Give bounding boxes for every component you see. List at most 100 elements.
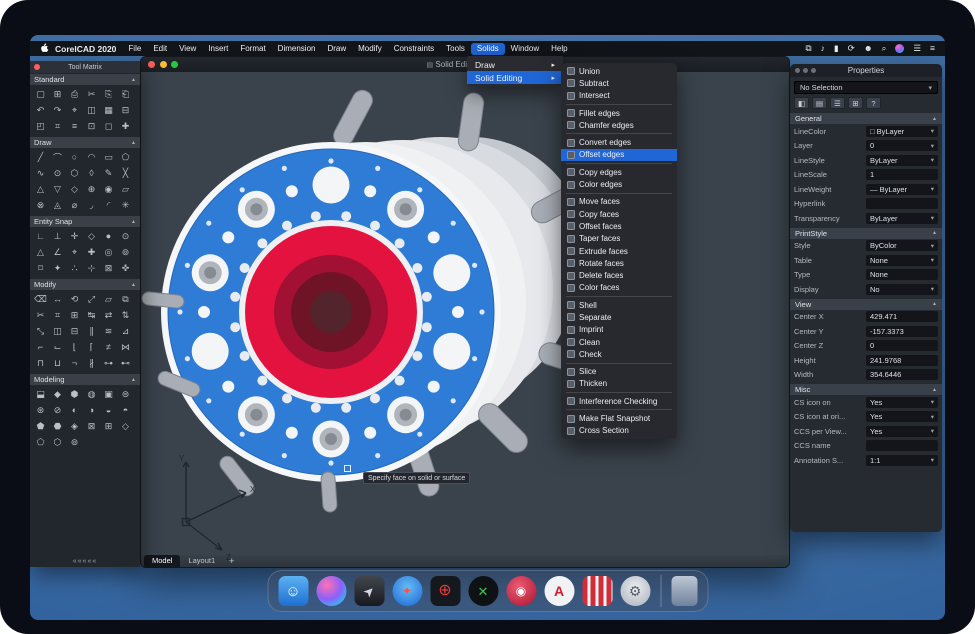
tool-icon[interactable]: ⌈ (83, 339, 100, 355)
menu-item-check[interactable]: Check (561, 348, 677, 360)
props-section-misc[interactable]: Misc (790, 384, 942, 395)
tool-icon[interactable]: ⌒ (49, 149, 66, 165)
tool-icon[interactable]: ▽ (49, 181, 66, 197)
trash-icon[interactable] (671, 576, 697, 606)
tool-icon[interactable]: ✚ (117, 118, 134, 134)
tab-layout1[interactable]: Layout1 (180, 555, 223, 567)
user-icon[interactable]: ☻ (864, 44, 873, 53)
camera-app-icon[interactable]: ◉ (506, 576, 536, 606)
tool-icon[interactable]: ⧉ (117, 291, 134, 307)
menu-item-make-flat-snapshot[interactable]: Make Flat Snapshot (561, 412, 677, 424)
tool-icon[interactable]: ⊗ (32, 197, 49, 213)
tool-icon[interactable]: ⌐ (32, 339, 49, 355)
tool-icon[interactable]: ◈ (66, 418, 83, 434)
tool-icon[interactable]: ⤢ (83, 291, 100, 307)
x-app-icon[interactable]: ✕ (468, 576, 498, 606)
prop-value[interactable]: Yes (866, 426, 938, 437)
tool-icon[interactable]: ◇ (83, 228, 100, 244)
tool-icon[interactable]: ⎙ (66, 86, 83, 102)
siri-icon[interactable] (895, 44, 904, 53)
tool-icon[interactable]: ↹ (83, 307, 100, 323)
tool-icon[interactable]: ⊶ (100, 355, 117, 371)
tool-section-entity-snap[interactable]: Entity Snap (30, 216, 140, 227)
tool-icon[interactable]: ◓ (117, 402, 134, 418)
tool-section-modeling[interactable]: Modeling (30, 374, 140, 385)
menu-item-rotate-faces[interactable]: Rotate faces (561, 257, 677, 269)
tool-icon[interactable]: ≡ (66, 118, 83, 134)
launchpad-icon[interactable]: ➤ (354, 576, 384, 606)
props-section-printstyle[interactable]: PrintStyle (790, 228, 942, 239)
tool-icon[interactable]: ⊹ (83, 260, 100, 276)
tool-icon[interactable]: ⬓ (32, 386, 49, 402)
tool-icon[interactable]: ⊠ (83, 418, 100, 434)
prop-value[interactable]: □ ByLayer (866, 126, 938, 137)
drawing-canvas[interactable]: Y X Z Specify face on solid or surface M… (141, 72, 789, 567)
tool-icon[interactable]: ⊠ (100, 260, 117, 276)
tool-icon[interactable]: ⊙ (49, 165, 66, 181)
tool-icon[interactable]: ↶ (32, 102, 49, 118)
tool-icon[interactable]: ⊟ (66, 323, 83, 339)
tool-icon[interactable]: ∦ (83, 355, 100, 371)
tool-icon[interactable]: ⬢ (66, 386, 83, 402)
tool-icon[interactable]: ◠ (83, 149, 100, 165)
tool-icon[interactable]: ≠ (100, 339, 117, 355)
tool-icon[interactable]: ✂ (32, 307, 49, 323)
close-window-button[interactable] (148, 61, 155, 68)
volume-icon[interactable]: ♪ (821, 44, 825, 53)
menu-item-draw[interactable]: Draw▸ (467, 58, 563, 71)
menu-item-slice[interactable]: Slice (561, 366, 677, 378)
books-icon[interactable] (582, 576, 612, 606)
props-section-view[interactable]: View (790, 299, 942, 310)
tool-icon[interactable]: ◰ (32, 118, 49, 134)
menu-help[interactable]: Help (545, 43, 573, 55)
tool-section-draw[interactable]: Draw (30, 137, 140, 148)
menu-item-subtract[interactable]: Subtract (561, 77, 677, 89)
menu-item-offset-faces[interactable]: Offset faces (561, 220, 677, 232)
tool-icon[interactable]: ◞ (83, 197, 100, 213)
tool-icon[interactable]: ⊡ (83, 118, 100, 134)
menu-draw[interactable]: Draw (321, 43, 352, 55)
spotlight-list-icon[interactable]: ≡ (930, 44, 935, 53)
tool-section-modify[interactable]: Modify (30, 279, 140, 290)
display-icon[interactable]: ⧉ (806, 44, 812, 53)
tool-icon[interactable]: ◆ (49, 386, 66, 402)
tool-matrix-header[interactable]: Tool Matrix (30, 61, 140, 73)
tool-icon[interactable]: ⊚ (66, 434, 83, 450)
menu-item-shell[interactable]: Shell (561, 299, 677, 311)
menu-view[interactable]: View (173, 43, 202, 55)
prop-value[interactable]: None (866, 269, 938, 280)
menu-item-imprint[interactable]: Imprint (561, 324, 677, 336)
prop-value[interactable]: -157.3373 (866, 326, 938, 337)
tool-icon[interactable]: ✳ (117, 197, 134, 213)
tool-icon[interactable]: ⊓ (32, 355, 49, 371)
prop-value[interactable]: None (866, 255, 938, 266)
tool-section-standard[interactable]: Standard (30, 74, 140, 85)
menu-item-interference-checking[interactable]: Interference Checking (561, 395, 677, 407)
tool-icon[interactable]: ◬ (49, 197, 66, 213)
tool-icon[interactable]: ▢ (32, 86, 49, 102)
tool-icon[interactable]: ✜ (117, 260, 134, 276)
tool-icon[interactable]: ○ (66, 149, 83, 165)
tool-icon[interactable]: ⬣ (49, 418, 66, 434)
props-section-general[interactable]: General (790, 113, 942, 124)
tool-icon[interactable]: ⌙ (49, 339, 66, 355)
prop-value[interactable]: ByLayer (866, 155, 938, 166)
tool-icon[interactable]: ⊞ (66, 307, 83, 323)
menu-format[interactable]: Format (234, 43, 271, 55)
menu-tools[interactable]: Tools (440, 43, 471, 55)
menu-item-delete-faces[interactable]: Delete faces (561, 269, 677, 281)
tool-icon[interactable]: ∴ (66, 260, 83, 276)
menu-item-color-faces[interactable]: Color faces (561, 282, 677, 294)
prop-value[interactable]: Yes (866, 397, 938, 408)
tool-icon[interactable]: ↷ (49, 102, 66, 118)
menu-dimension[interactable]: Dimension (272, 43, 322, 55)
menu-item-extrude-faces[interactable]: Extrude faces (561, 245, 677, 257)
prop-value[interactable]: 354.6446 (866, 369, 938, 380)
tool-icon[interactable]: ◇ (117, 418, 134, 434)
tool-icon[interactable]: ▣ (100, 386, 117, 402)
finder-icon[interactable]: ☺ (278, 576, 308, 606)
tool-icon[interactable]: ⊕ (83, 181, 100, 197)
tool-icon[interactable]: ↔ (49, 291, 66, 307)
menu-item-offset-edges[interactable]: Offset edges (561, 149, 677, 161)
tool-icon[interactable]: ⊥ (49, 228, 66, 244)
